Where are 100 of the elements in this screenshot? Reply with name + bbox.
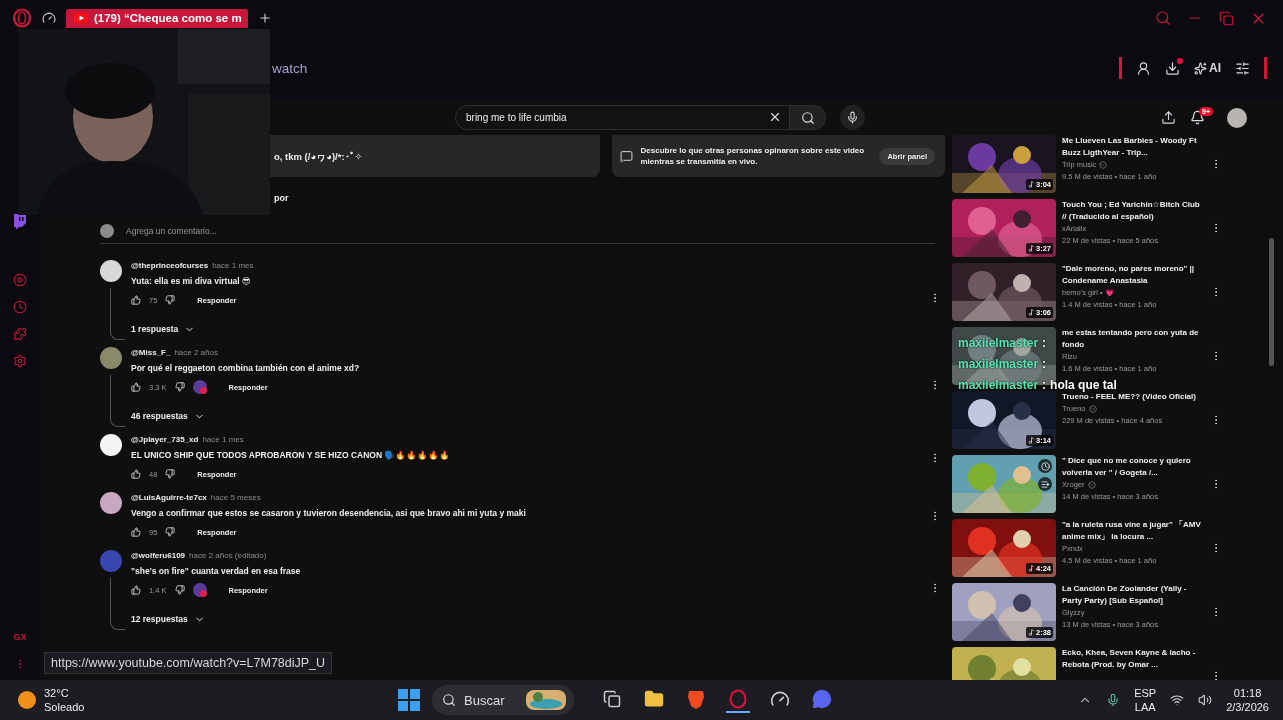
- search-icon: [800, 110, 815, 125]
- upload-icon[interactable]: [1161, 110, 1176, 125]
- card-text: o, tkm (/◕ヮ◕)/*:･ﾟ✧: [274, 150, 364, 162]
- link-url: https://www.youtube.com/watch?v=L7M78diJP_U: [44, 652, 333, 674]
- video-title[interactable]: Me Llueven Las Barbies - Woody Ft Buzz LigthYear - Trip...: [1062, 135, 1202, 159]
- search-icon[interactable]: [1155, 10, 1171, 26]
- comment-text: Por qué el reggaeton combina también con el anime xd?: [131, 362, 361, 374]
- microphone-button[interactable]: [840, 105, 865, 130]
- comment-time: hace 2 años: [174, 347, 218, 359]
- search-icon: [442, 693, 456, 707]
- account-avatar[interactable]: [1227, 107, 1247, 128]
- player-icon[interactable]: [13, 273, 27, 287]
- user-avatar[interactable]: [100, 492, 122, 514]
- comment-text: EL UNICO SHIP QUE TODOS APROBARON Y SE HIZO CANON 🗣🔥🔥🔥🔥🔥: [131, 449, 452, 461]
- video-title[interactable]: "Dale moreno, no pares moreno" || Condename Anastasia: [1062, 263, 1202, 287]
- replies-button[interactable]: 1 respuesta: [131, 322, 196, 336]
- volume-icon[interactable]: [1198, 693, 1213, 707]
- browser-logo-icon[interactable]: [729, 689, 747, 709]
- video-title[interactable]: " Dice que no me conoce y quiero volverla ver " / Gogeta /...: [1062, 455, 1202, 479]
- new-tab-icon[interactable]: [258, 11, 272, 25]
- search-field[interactable]: bring me to life cumbia: [455, 105, 790, 130]
- chat-icon: [619, 149, 633, 163]
- chat-app-icon[interactable]: [812, 689, 832, 709]
- comment-author[interactable]: @theprinceofcurses: [131, 260, 209, 272]
- user-avatar[interactable]: [100, 434, 122, 456]
- comment-field[interactable]: Agrega un comentario...: [124, 225, 935, 237]
- comment-author[interactable]: @LuisAguirre-te7cx: [131, 492, 207, 504]
- history-icon[interactable]: [13, 300, 27, 314]
- comment-time: hace 1 mes: [202, 434, 244, 446]
- user-avatar: [100, 224, 114, 238]
- language-indicator[interactable]: ESP LAA: [1134, 686, 1157, 714]
- like-icon[interactable]: [131, 585, 141, 595]
- like-icon[interactable]: [131, 527, 141, 537]
- ai-button[interactable]: AI: [1194, 61, 1221, 75]
- folder-icon[interactable]: [644, 689, 664, 709]
- start-icon[interactable]: [398, 689, 420, 711]
- music-note-icon: [1028, 437, 1035, 444]
- dislike-icon[interactable]: [165, 527, 176, 537]
- comment-time: hace 2 años (editado): [189, 550, 267, 562]
- video-title[interactable]: me estas tentando pero con yuta de fondo: [1062, 327, 1202, 351]
- download-icon[interactable]: [1165, 60, 1180, 76]
- wifi-icon[interactable]: [1170, 693, 1185, 707]
- music-note-icon: [1028, 565, 1035, 572]
- card-text: Descubre lo que otras personas opinaron sobre este video mientras se transmitía en vivo.: [640, 145, 866, 167]
- comment-author[interactable]: @Miss_F_: [131, 347, 171, 359]
- clear-icon[interactable]: [768, 110, 782, 124]
- sun-icon[interactable]: [18, 691, 36, 709]
- clock[interactable]: 01:18 2/3/2026: [1226, 686, 1269, 714]
- dislike-icon[interactable]: [174, 585, 185, 595]
- video-title[interactable]: Touch You ; Ed Yarichin☆Bitch Club // (Traducido al español): [1062, 199, 1202, 223]
- comment-text: Yuta: ella es mi diva virtual 😎: [131, 275, 252, 287]
- twitch-icon[interactable]: [13, 214, 27, 229]
- comment-author[interactable]: @Jplayer_735_xd: [131, 434, 199, 446]
- replies-button[interactable]: 12 respuestas: [131, 612, 205, 626]
- mic-icon[interactable]: [1106, 693, 1121, 707]
- scroll-bar[interactable]: [1269, 238, 1274, 366]
- weather-text: Soleado: [44, 700, 85, 714]
- music-note-icon: [1028, 309, 1035, 316]
- task-view-icon[interactable]: [603, 690, 621, 708]
- video-title[interactable]: Trueno - FEEL ME?? (Video Oficial): [1062, 391, 1202, 403]
- address-text[interactable]: watch: [272, 60, 308, 76]
- temperature: 32°C: [44, 686, 70, 700]
- comment-author[interactable]: @wolferu6109: [131, 550, 186, 562]
- comment-time: hace 5 meses: [210, 492, 261, 504]
- music-note-icon: [1028, 629, 1035, 636]
- dislike-icon[interactable]: [165, 295, 176, 305]
- chat-separator: :: [1042, 335, 1047, 350]
- extensions-icon[interactable]: [13, 327, 27, 341]
- like-icon[interactable]: [131, 382, 141, 392]
- thread-line: [110, 288, 125, 340]
- like-icon[interactable]: [131, 295, 141, 305]
- browser-tab[interactable]: (179) “Chequea como se m: [66, 8, 248, 28]
- dislike-icon[interactable]: [165, 469, 176, 479]
- video-title[interactable]: Ecko, Khea, Seven Kayne & lacho - Rebota (Prod. by Omar ...: [1062, 647, 1202, 671]
- video-title[interactable]: La Canción De Zoolander (Yally - Party Party) [Sub Español]: [1062, 583, 1202, 607]
- maximize-icon[interactable]: [1219, 10, 1234, 26]
- dislike-icon[interactable]: [174, 382, 185, 392]
- user-avatar[interactable]: [100, 260, 122, 282]
- browser-logo-icon[interactable]: [12, 8, 32, 28]
- sparkle-icon: [1194, 61, 1207, 75]
- chat-separator: :: [1042, 377, 1047, 392]
- video-title[interactable]: "a la ruleta rusa vine a jugar" 「AMV anime mix」 la locura ...: [1062, 519, 1202, 543]
- like-icon[interactable]: [131, 469, 141, 479]
- comment-text: "she's on fire" cuanta verdad en esa frase: [131, 565, 302, 577]
- sort-label[interactable]: por: [274, 193, 289, 203]
- chat-message: hola que tal: [1050, 377, 1117, 392]
- add-to-queue-icon[interactable]: [1040, 479, 1050, 489]
- microphone-icon: [846, 111, 859, 124]
- thread-line: [110, 375, 125, 427]
- gauge-icon[interactable]: [770, 689, 790, 709]
- comment-time: hace 1 mes: [212, 260, 254, 272]
- play-icon: [74, 13, 88, 23]
- music-note-icon: [1028, 181, 1035, 188]
- replies-button[interactable]: 46 respuestas: [131, 409, 205, 423]
- search-button[interactable]: [790, 105, 826, 130]
- profile-icon[interactable]: [1136, 60, 1151, 76]
- comment-text: Vengo a confirmar que estos se casaron y tuvieron desendencia, asi que bravo ahi mi yuta y maki: [131, 507, 527, 519]
- watch-later-icon[interactable]: [1040, 461, 1050, 471]
- settings-icon[interactable]: [1235, 60, 1250, 76]
- chat-username: maxiielmaster: [958, 377, 1039, 392]
